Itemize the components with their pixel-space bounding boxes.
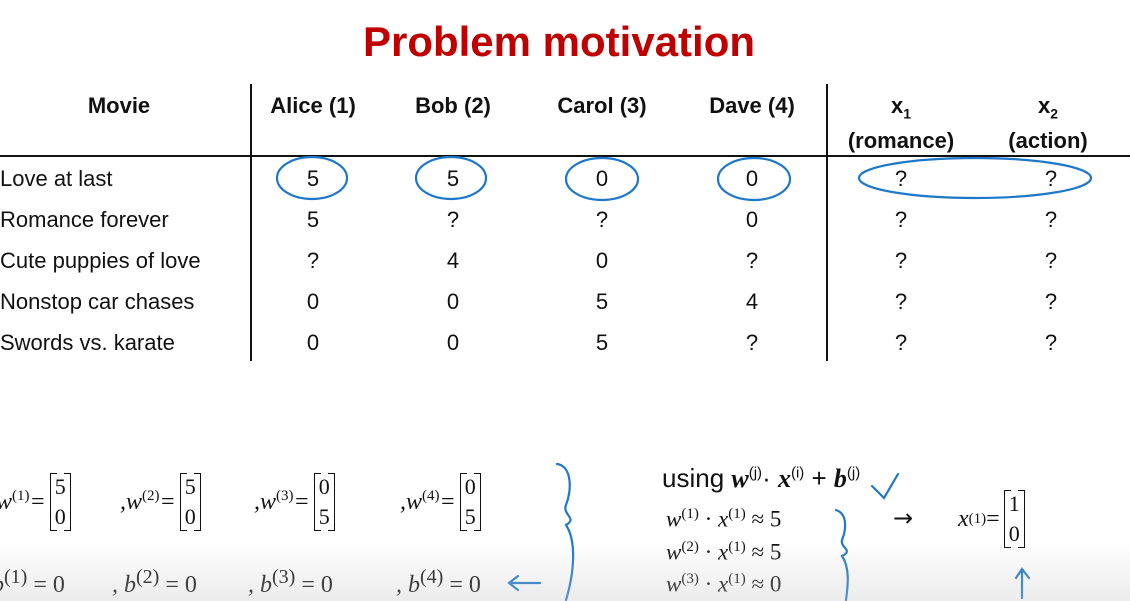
- movie-name: Swords vs. karate: [0, 330, 175, 355]
- rating-cell: 0: [306, 289, 320, 314]
- rating-cell: 0: [745, 166, 759, 191]
- equation-3: w(3) · x(1) ≈ 0: [666, 571, 782, 597]
- feature-cell: ?: [894, 166, 908, 191]
- movie-name: Cute puppies of love: [0, 248, 201, 273]
- rating-cell: ?: [745, 330, 759, 355]
- rating-cell: 0: [446, 289, 460, 314]
- header-user-1: Alice (1): [270, 93, 356, 118]
- result-feature-vector: x (1) = 10: [958, 490, 1025, 548]
- movie-name: Nonstop car chases: [0, 289, 195, 314]
- bias-b3: , b(3) = 0: [248, 566, 333, 598]
- weight-label: ,w(4)=: [400, 488, 456, 515]
- feature-cell: ?: [894, 330, 908, 355]
- rating-cell: 5: [306, 207, 320, 232]
- curly-brace-icon: [834, 508, 849, 601]
- page-title: Problem motivation: [362, 18, 756, 65]
- rating-cell: 5: [446, 166, 460, 191]
- equation-1: w(1) · x(1) ≈ 5: [666, 506, 782, 532]
- prediction-formula: using w(j)· x(i) + b(j): [662, 463, 861, 493]
- header-divider: [0, 155, 1130, 157]
- feature-cell: ?: [1044, 330, 1058, 355]
- movie-name: Romance forever: [0, 207, 169, 232]
- weight-w4: ,w(4)= 05: [400, 470, 481, 534]
- feature-cell: ?: [1044, 166, 1058, 191]
- header-user-4: Dave (4): [709, 93, 795, 118]
- rating-cell: 5: [306, 166, 320, 191]
- weight-vector: 05: [313, 473, 335, 531]
- feature-cell: ?: [894, 248, 908, 273]
- result-vector: 10: [1003, 490, 1025, 548]
- checkmark-icon: [870, 472, 900, 500]
- table-row: Love at last 5 5 0 0 ? ?: [0, 160, 1130, 200]
- rating-cell: ?: [595, 207, 609, 232]
- rating-cell: ?: [306, 248, 320, 273]
- weight-vector: 50: [49, 473, 71, 531]
- feature-cell: ?: [1044, 289, 1058, 314]
- rating-cell: 0: [595, 248, 609, 273]
- weight-w2: ,w(2)= 50: [120, 470, 201, 534]
- movie-name: Love at last: [0, 166, 113, 191]
- equation-2: w(2) · x(1) ≈ 5: [666, 539, 782, 565]
- bias-b1: b(1) = 0: [0, 566, 65, 598]
- bias-b4: , b(4) = 0: [396, 566, 481, 598]
- weight-vector: 50: [179, 473, 201, 531]
- rating-cell: 0: [306, 330, 320, 355]
- weight-label: ,w(3)=: [254, 488, 310, 515]
- curly-brace-icon: [555, 462, 575, 601]
- bias-b2: , b(2) = 0: [112, 566, 197, 598]
- rating-cell: ?: [446, 207, 460, 232]
- table-row: Swords vs. karate 0 0 5 ? ? ?: [0, 324, 1130, 364]
- weight-vector: 05: [459, 473, 481, 531]
- weight-w3: ,w(3)= 05: [254, 470, 335, 534]
- rating-cell: ?: [745, 248, 759, 273]
- header-user-3: Carol (3): [557, 93, 647, 118]
- right-arrow-icon: →: [893, 504, 914, 532]
- rating-cell: 0: [446, 330, 460, 355]
- table-row: Cute puppies of love ? 4 0 ? ? ?: [0, 242, 1130, 282]
- feature-cell: ?: [1044, 207, 1058, 232]
- header-feature-x2: x2 (action): [1008, 93, 1088, 154]
- rating-cell: 5: [595, 330, 609, 355]
- rating-cell: 0: [595, 166, 609, 191]
- rating-cell: 4: [745, 289, 759, 314]
- left-arrow-icon: [507, 574, 542, 592]
- rating-cell: 0: [745, 207, 759, 232]
- feature-cell: ?: [894, 289, 908, 314]
- rating-cell: 4: [446, 248, 460, 273]
- weight-w1: w(1)= 50: [0, 470, 71, 534]
- table-row: Nonstop car chases 0 0 5 4 ? ?: [0, 283, 1130, 323]
- header-user-2: Bob (2): [415, 93, 491, 118]
- weight-label: w(1)=: [0, 488, 46, 515]
- up-arrow-icon: [1014, 567, 1031, 600]
- header-feature-x1: x1 (romance): [847, 93, 955, 154]
- feature-cell: ?: [1044, 248, 1058, 273]
- weight-label: ,w(2)=: [120, 488, 176, 515]
- table-row: Romance forever 5 ? ? 0 ? ?: [0, 201, 1130, 241]
- header-movie: Movie: [87, 93, 151, 118]
- rating-cell: 5: [595, 289, 609, 314]
- feature-cell: ?: [894, 207, 908, 232]
